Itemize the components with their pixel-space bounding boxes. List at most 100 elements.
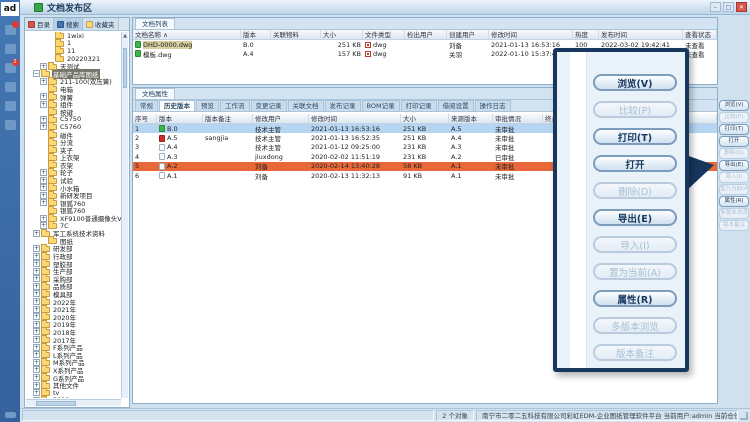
column-header[interactable]: 查看状态 [683,30,717,39]
props-tab-借阅设置[interactable]: 借阅设置 [438,100,474,111]
tree-expand-icon[interactable]: + [40,93,47,100]
resize-grip[interactable] [740,412,748,420]
tree-expand-icon[interactable]: + [40,177,47,184]
tree-vertical-scrollbar[interactable]: ▲ [121,32,128,398]
column-header[interactable]: 文件类型 [363,30,405,39]
popup-action-button[interactable]: 属性(R) [593,290,677,307]
chat-icon[interactable] [5,25,16,35]
column-header[interactable]: 版本 [157,114,203,123]
tree-expand-icon[interactable]: + [33,283,40,290]
tree-expand-icon[interactable]: + [40,215,47,222]
column-header[interactable]: 修改用户 [253,114,309,123]
sidebar-tab-favorites[interactable]: 收藏夹 [83,18,119,30]
props-tab-BOM记录[interactable]: BOM记录 [362,100,400,111]
popup-action-button[interactable]: 打印(T) [593,128,677,145]
tree-expand-icon[interactable]: + [33,374,40,381]
props-tab-发布记录[interactable]: 发布记录 [325,100,361,111]
column-header[interactable]: 创建用户 [447,30,489,39]
tree-expand-icon[interactable]: + [33,328,40,335]
folder-icon[interactable] [5,44,16,54]
tree-item[interactable]: +3012 [26,397,121,399]
tree-expand-icon[interactable]: + [40,101,47,108]
column-header[interactable]: 版本 [241,30,271,39]
column-header[interactable]: 修改时间 [489,30,573,39]
tree-expand-icon[interactable]: + [33,268,40,275]
tree-expand-icon[interactable]: + [33,321,40,328]
props-tab-操作日志[interactable]: 操作日志 [475,100,511,111]
tree-expand-icon[interactable]: + [33,306,40,313]
doc-cell: dwg [363,41,405,49]
tree-expand-icon[interactable]: + [40,169,47,176]
tree-horizontal-scrollbar[interactable] [26,399,121,406]
action-button[interactable]: 打印(T) [719,124,749,135]
tree-expand-icon[interactable]: + [33,336,40,343]
props-tab-预览[interactable]: 预览 [196,100,219,111]
column-header[interactable]: 热度 [573,30,599,39]
props-tab-变更记录[interactable]: 变更记录 [251,100,287,111]
action-button[interactable]: 打开 [719,136,749,147]
tree-expand-icon[interactable]: + [33,253,40,260]
tree-expand-icon[interactable]: + [33,389,40,396]
column-header[interactable]: 序号 [133,114,157,123]
document-properties-tab[interactable]: 文档属性 [135,88,175,99]
tree-expand-icon[interactable]: + [33,275,40,282]
column-header[interactable]: 文档名称 ∧ [133,30,241,39]
tree-expand-icon[interactable]: + [33,382,40,389]
column-header[interactable]: 修改时间 [309,114,401,123]
tree-expand-icon[interactable]: + [33,290,40,297]
tree-expand-icon[interactable]: − [33,70,40,77]
column-header[interactable]: 大小 [401,114,449,123]
close-button[interactable]: ✕ [736,2,747,12]
column-header[interactable]: 审批情况 [493,114,543,123]
maximize-button[interactable]: □ [723,2,734,12]
popup-action-button[interactable]: 浏览(V) [593,74,677,91]
popup-action-button: 删除(D) [593,182,677,199]
tree-expand-icon[interactable]: + [33,359,40,366]
document-list-tab[interactable]: 文档列表 [135,18,175,29]
tree-expand-icon[interactable]: + [40,116,47,123]
props-tab-常规[interactable]: 常规 [135,100,158,111]
dock-bar: ad 2 [0,0,20,422]
column-header[interactable]: 检出用户 [405,30,447,39]
tree-expand-icon[interactable]: + [33,298,40,305]
tree-item[interactable]: +1wixi [26,32,121,40]
dock-collapse-icon[interactable] [5,412,16,418]
tree-expand-icon[interactable]: + [33,397,40,398]
sidebar-tab-catalog[interactable]: 目录 [25,18,54,30]
refresh-icon[interactable] [5,82,16,92]
column-header[interactable]: 来源版本 [449,114,493,123]
tree-expand-icon[interactable]: + [33,230,40,237]
tree-expand-icon[interactable]: + [40,199,47,206]
props-tab-历史版本[interactable]: 历史版本 [159,100,195,111]
popup-action-button[interactable]: 打开 [593,155,677,172]
tree-expand-icon[interactable]: + [33,351,40,358]
column-header[interactable]: 发布时间 [599,30,683,39]
chart-icon[interactable]: 2 [5,63,16,73]
props-tab-工作流[interactable]: 工作流 [220,100,250,111]
tree-item[interactable]: +XF9100普通摄像头V2.0 图纸 [26,214,121,222]
tree-expand-icon[interactable]: + [33,366,40,373]
props-tab-关联文档[interactable]: 关联文档 [288,100,324,111]
props-tab-打印记录[interactable]: 打印记录 [401,100,437,111]
column-header[interactable]: 版本备注 [203,114,253,123]
action-button[interactable]: 浏览(V) [719,100,749,111]
sidebar-tab-search[interactable]: 搜索 [54,18,83,30]
tree-expand-icon[interactable]: + [33,260,40,267]
tree-expand-icon[interactable]: + [40,78,47,85]
sidebar-tab-label: 搜索 [66,19,79,29]
minimize-button[interactable]: – [710,2,721,12]
tree-expand-icon[interactable]: + [40,123,47,130]
gear-icon[interactable] [5,120,16,130]
column-header[interactable]: 大小 [321,30,363,39]
action-button[interactable]: 属性(R) [719,196,749,207]
app-logo[interactable]: ad [1,2,19,16]
action-button[interactable]: 导出(E) [719,160,749,171]
tree-expand-icon[interactable]: + [40,192,47,199]
column-header[interactable]: 关联物料 [271,30,321,39]
tree-expand-icon[interactable]: + [33,245,40,252]
tree-expand-icon[interactable]: + [33,344,40,351]
tree-expand-icon[interactable]: + [33,313,40,320]
user-icon[interactable] [5,101,16,111]
popup-action-button[interactable]: 导出(E) [593,209,677,226]
tree-expand-icon[interactable]: + [40,184,47,191]
